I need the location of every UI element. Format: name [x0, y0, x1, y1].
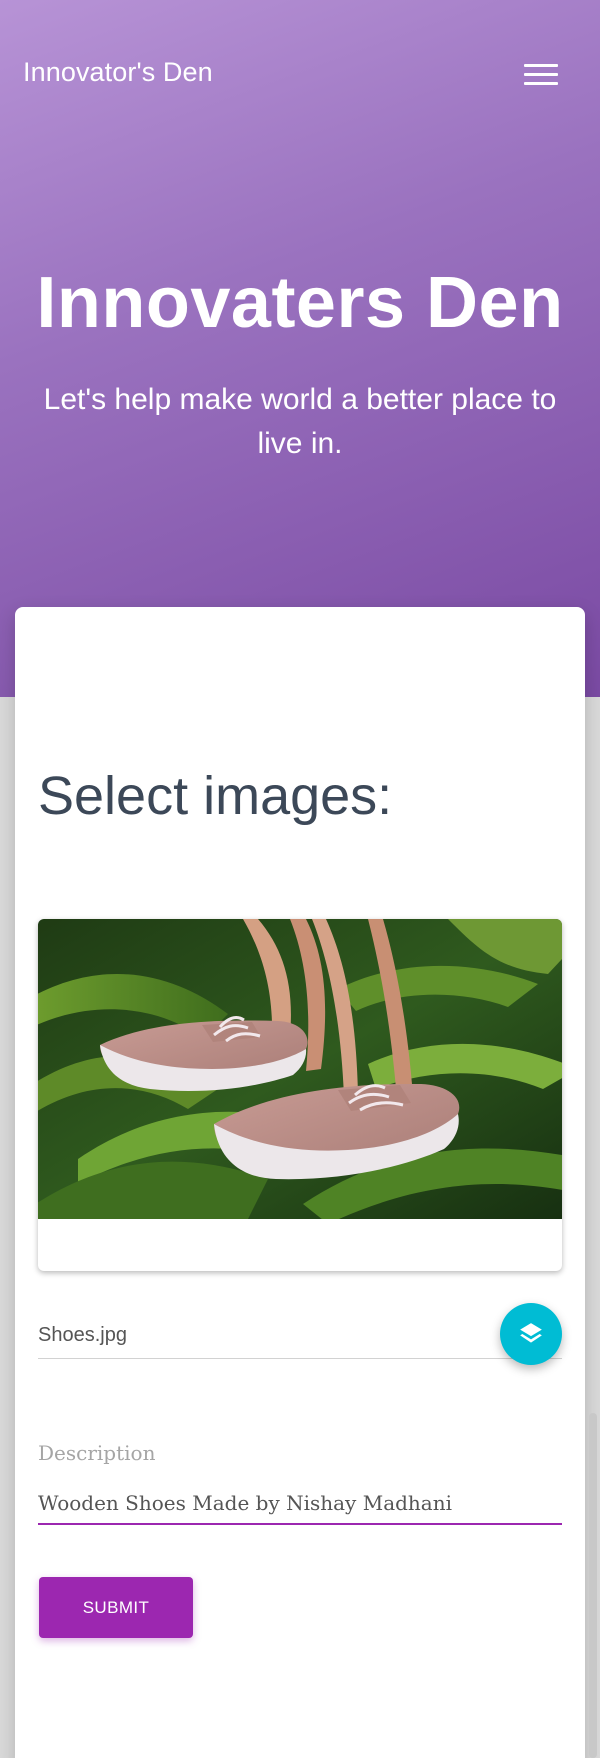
- hamburger-menu-icon[interactable]: [524, 63, 558, 87]
- scrollbar-thumb[interactable]: [589, 1413, 597, 1758]
- submit-button[interactable]: SUBMIT: [39, 1577, 193, 1638]
- selected-file-name: Shoes.jpg: [38, 1324, 127, 1346]
- menu-line: [524, 82, 558, 85]
- header-banner: Innovator's Den Innovaters Den Let's hel…: [0, 0, 600, 697]
- image-preview-card: [38, 919, 562, 1271]
- hero-subtitle: Let's help make world a better place to …: [43, 383, 557, 460]
- file-upload-button[interactable]: [500, 1303, 562, 1365]
- layers-icon: [520, 1323, 542, 1343]
- page: Innovator's Den Innovaters Den Let's hel…: [0, 0, 600, 1758]
- description-input[interactable]: [38, 1483, 562, 1525]
- menu-line: [524, 64, 558, 67]
- hero-title: Innovaters Den: [36, 263, 564, 343]
- upload-form-card: Select images: Shoes.jpg Description Woo…: [15, 607, 585, 1758]
- brand-name[interactable]: Innovator's Den: [23, 57, 213, 88]
- select-images-heading: Select images:: [38, 766, 393, 826]
- file-input-row[interactable]: Shoes.jpg: [38, 1302, 562, 1359]
- description-label: Description: [38, 1441, 156, 1465]
- shoes-image: [38, 919, 562, 1219]
- menu-line: [524, 73, 558, 76]
